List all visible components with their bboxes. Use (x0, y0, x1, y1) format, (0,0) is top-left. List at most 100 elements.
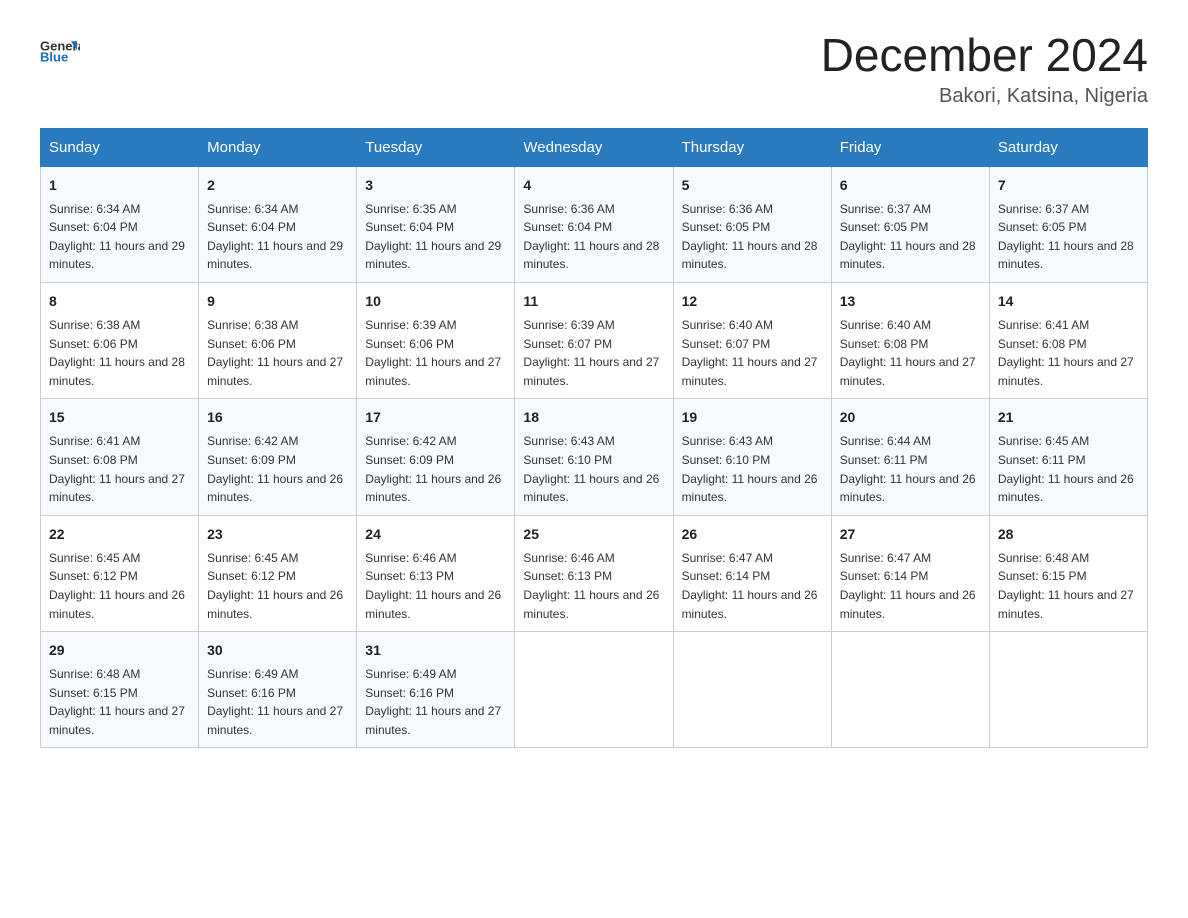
header-cell-sunday: Sunday (41, 128, 199, 166)
day-number: 24 (365, 524, 506, 545)
day-info: Sunrise: 6:41 AMSunset: 6:08 PMDaylight:… (998, 316, 1139, 390)
calendar-cell: 30 Sunrise: 6:49 AMSunset: 6:16 PMDayligh… (199, 632, 357, 748)
day-number: 23 (207, 524, 348, 545)
svg-text:Blue: Blue (40, 49, 68, 64)
day-number: 19 (682, 407, 823, 428)
calendar-cell: 15 Sunrise: 6:41 AMSunset: 6:08 PMDayligh… (41, 399, 199, 515)
header-cell-tuesday: Tuesday (357, 128, 515, 166)
header-cell-monday: Monday (199, 128, 357, 166)
day-number: 13 (840, 291, 981, 312)
calendar-cell: 27 Sunrise: 6:47 AMSunset: 6:14 PMDayligh… (831, 515, 989, 631)
calendar-cell: 16 Sunrise: 6:42 AMSunset: 6:09 PMDayligh… (199, 399, 357, 515)
day-number: 15 (49, 407, 190, 428)
day-info: Sunrise: 6:38 AMSunset: 6:06 PMDaylight:… (207, 316, 348, 390)
day-number: 21 (998, 407, 1139, 428)
day-info: Sunrise: 6:37 AMSunset: 6:05 PMDaylight:… (998, 200, 1139, 274)
calendar-cell (673, 632, 831, 748)
header-cell-friday: Friday (831, 128, 989, 166)
day-number: 20 (840, 407, 981, 428)
day-info: Sunrise: 6:41 AMSunset: 6:08 PMDaylight:… (49, 432, 190, 506)
calendar-cell: 8Sunrise: 6:38 AMSunset: 6:06 PMDaylight… (41, 282, 199, 398)
calendar-cell: 21 Sunrise: 6:45 AMSunset: 6:11 PMDayligh… (989, 399, 1147, 515)
day-info: Sunrise: 6:47 AMSunset: 6:14 PMDaylight:… (840, 549, 981, 623)
day-number: 27 (840, 524, 981, 545)
header-cell-thursday: Thursday (673, 128, 831, 166)
calendar-cell: 7 Sunrise: 6:37 AMSunset: 6:05 PMDaylight… (989, 166, 1147, 282)
day-info: Sunrise: 6:37 AMSunset: 6:05 PMDaylight:… (840, 200, 981, 274)
calendar-cell: 18 Sunrise: 6:43 AMSunset: 6:10 PMDayligh… (515, 399, 673, 515)
day-info: Sunrise: 6:49 AMSunset: 6:16 PMDaylight:… (365, 665, 506, 739)
day-number: 6 (840, 175, 981, 196)
day-info: Sunrise: 6:40 AMSunset: 6:07 PMDaylight:… (682, 316, 823, 390)
month-title: December 2024 (821, 30, 1148, 81)
day-info: Sunrise: 6:45 AMSunset: 6:12 PMDaylight:… (207, 549, 348, 623)
calendar-week-5: 29 Sunrise: 6:48 AMSunset: 6:15 PMDayligh… (41, 632, 1148, 748)
day-info: Sunrise: 6:39 AMSunset: 6:07 PMDaylight:… (523, 316, 664, 390)
calendar-week-2: 8Sunrise: 6:38 AMSunset: 6:06 PMDaylight… (41, 282, 1148, 398)
day-info: Sunrise: 6:39 AMSunset: 6:06 PMDaylight:… (365, 316, 506, 390)
calendar-cell: 3Sunrise: 6:35 AMSunset: 6:04 PMDaylight… (357, 166, 515, 282)
calendar-cell: 9Sunrise: 6:38 AMSunset: 6:06 PMDaylight… (199, 282, 357, 398)
calendar-cell: 25Sunrise: 6:46 AMSunset: 6:13 PMDayligh… (515, 515, 673, 631)
page-header: General Blue December 2024 Bakori, Katsi… (40, 30, 1148, 108)
calendar-cell: 31 Sunrise: 6:49 AMSunset: 6:16 PMDayligh… (357, 632, 515, 748)
calendar-week-3: 15 Sunrise: 6:41 AMSunset: 6:08 PMDayligh… (41, 399, 1148, 515)
calendar-cell: 19 Sunrise: 6:43 AMSunset: 6:10 PMDayligh… (673, 399, 831, 515)
calendar-cell (515, 632, 673, 748)
day-info: Sunrise: 6:36 AMSunset: 6:04 PMDaylight:… (523, 200, 664, 274)
day-info: Sunrise: 6:47 AMSunset: 6:14 PMDaylight:… (682, 549, 823, 623)
day-number: 5 (682, 175, 823, 196)
title-area: December 2024 Bakori, Katsina, Nigeria (821, 30, 1148, 108)
calendar-cell: 6 Sunrise: 6:37 AMSunset: 6:05 PMDaylight… (831, 166, 989, 282)
day-info: Sunrise: 6:42 AMSunset: 6:09 PMDaylight:… (207, 432, 348, 506)
calendar-cell: 26 Sunrise: 6:47 AMSunset: 6:14 PMDayligh… (673, 515, 831, 631)
day-info: Sunrise: 6:45 AMSunset: 6:12 PMDaylight:… (49, 549, 190, 623)
day-number: 16 (207, 407, 348, 428)
calendar-cell: 22Sunrise: 6:45 AMSunset: 6:12 PMDayligh… (41, 515, 199, 631)
calendar-cell: 23 Sunrise: 6:45 AMSunset: 6:12 PMDayligh… (199, 515, 357, 631)
calendar-cell: 2Sunrise: 6:34 AMSunset: 6:04 PMDaylight… (199, 166, 357, 282)
day-info: Sunrise: 6:42 AMSunset: 6:09 PMDaylight:… (365, 432, 506, 506)
day-number: 29 (49, 640, 190, 661)
day-number: 7 (998, 175, 1139, 196)
day-number: 1 (49, 175, 190, 196)
day-number: 12 (682, 291, 823, 312)
calendar-cell: 1 Sunrise: 6:34 AMSunset: 6:04 PMDaylight… (41, 166, 199, 282)
calendar-cell: 10Sunrise: 6:39 AMSunset: 6:06 PMDayligh… (357, 282, 515, 398)
calendar-cell: 17Sunrise: 6:42 AMSunset: 6:09 PMDayligh… (357, 399, 515, 515)
day-number: 2 (207, 175, 348, 196)
day-number: 14 (998, 291, 1139, 312)
day-info: Sunrise: 6:46 AMSunset: 6:13 PMDaylight:… (365, 549, 506, 623)
day-info: Sunrise: 6:48 AMSunset: 6:15 PMDaylight:… (49, 665, 190, 739)
day-info: Sunrise: 6:45 AMSunset: 6:11 PMDaylight:… (998, 432, 1139, 506)
calendar-week-4: 22Sunrise: 6:45 AMSunset: 6:12 PMDayligh… (41, 515, 1148, 631)
day-info: Sunrise: 6:36 AMSunset: 6:05 PMDaylight:… (682, 200, 823, 274)
day-number: 25 (523, 524, 664, 545)
day-info: Sunrise: 6:49 AMSunset: 6:16 PMDaylight:… (207, 665, 348, 739)
calendar-cell: 12 Sunrise: 6:40 AMSunset: 6:07 PMDayligh… (673, 282, 831, 398)
day-info: Sunrise: 6:35 AMSunset: 6:04 PMDaylight:… (365, 200, 506, 274)
day-number: 26 (682, 524, 823, 545)
calendar-cell: 14 Sunrise: 6:41 AMSunset: 6:08 PMDayligh… (989, 282, 1147, 398)
day-info: Sunrise: 6:43 AMSunset: 6:10 PMDaylight:… (682, 432, 823, 506)
logo-icon: General Blue (40, 30, 80, 70)
calendar-cell (831, 632, 989, 748)
header-cell-saturday: Saturday (989, 128, 1147, 166)
calendar-table: SundayMondayTuesdayWednesdayThursdayFrid… (40, 128, 1148, 749)
calendar-cell: 24 Sunrise: 6:46 AMSunset: 6:13 PMDayligh… (357, 515, 515, 631)
calendar-cell: 29 Sunrise: 6:48 AMSunset: 6:15 PMDayligh… (41, 632, 199, 748)
day-info: Sunrise: 6:40 AMSunset: 6:08 PMDaylight:… (840, 316, 981, 390)
day-info: Sunrise: 6:43 AMSunset: 6:10 PMDaylight:… (523, 432, 664, 506)
day-number: 18 (523, 407, 664, 428)
calendar-cell: 28Sunrise: 6:48 AMSunset: 6:15 PMDayligh… (989, 515, 1147, 631)
day-number: 28 (998, 524, 1139, 545)
day-number: 31 (365, 640, 506, 661)
logo: General Blue (40, 30, 80, 70)
day-number: 30 (207, 640, 348, 661)
calendar-cell (989, 632, 1147, 748)
day-number: 11 (523, 291, 664, 312)
calendar-cell: 5 Sunrise: 6:36 AMSunset: 6:05 PMDaylight… (673, 166, 831, 282)
calendar-cell: 11 Sunrise: 6:39 AMSunset: 6:07 PMDayligh… (515, 282, 673, 398)
header-cell-wednesday: Wednesday (515, 128, 673, 166)
day-info: Sunrise: 6:34 AMSunset: 6:04 PMDaylight:… (49, 200, 190, 274)
